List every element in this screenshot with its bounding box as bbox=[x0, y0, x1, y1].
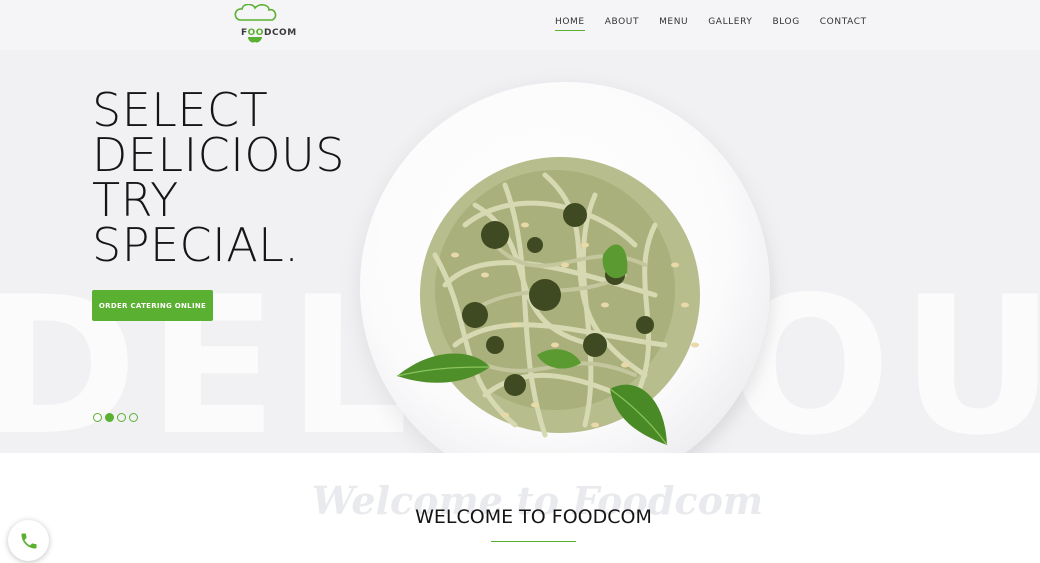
logo[interactable]: FOODCOM bbox=[234, 4, 300, 46]
slider-pagination bbox=[93, 413, 141, 422]
chef-hat-icon bbox=[234, 4, 277, 43]
slider-dot-active[interactable] bbox=[105, 413, 114, 422]
order-catering-button[interactable]: ORDER CATERING ONLINE bbox=[92, 290, 213, 321]
call-button[interactable] bbox=[8, 520, 49, 561]
slider-dot[interactable] bbox=[93, 413, 102, 422]
hero-slider: DELICIOUS bbox=[0, 50, 1040, 453]
main-nav: HOME ABOUT MENU GALLERY BLOG CONTACT bbox=[555, 17, 887, 31]
headline-line: DELICIOUS bbox=[92, 128, 345, 182]
slider-dot[interactable] bbox=[129, 413, 138, 422]
nav-about[interactable]: ABOUT bbox=[605, 17, 639, 31]
welcome-divider bbox=[491, 541, 576, 542]
nav-menu[interactable]: MENU bbox=[659, 17, 688, 31]
headline-line: SPECIAL. bbox=[92, 218, 300, 272]
hero-headline: SELECT DELICIOUS TRY SPECIAL. bbox=[92, 83, 345, 272]
nav-contact[interactable]: CONTACT bbox=[820, 17, 867, 31]
pasta-dish-image bbox=[396, 157, 700, 446]
slider-dot[interactable] bbox=[117, 413, 126, 422]
headline-line: SELECT bbox=[92, 83, 269, 137]
nav-gallery[interactable]: GALLERY bbox=[708, 17, 752, 31]
nav-home[interactable]: HOME bbox=[555, 17, 585, 31]
phone-icon bbox=[21, 533, 36, 548]
headline-line: TRY bbox=[92, 173, 179, 227]
welcome-title: WELCOME TO FOODCOM bbox=[415, 506, 652, 528]
site-header: FOODCOM HOME ABOUT MENU GALLERY BLOG CON… bbox=[0, 0, 1040, 50]
nav-blog[interactable]: BLOG bbox=[772, 17, 799, 31]
logo-text: FOODCOM bbox=[241, 28, 297, 38]
